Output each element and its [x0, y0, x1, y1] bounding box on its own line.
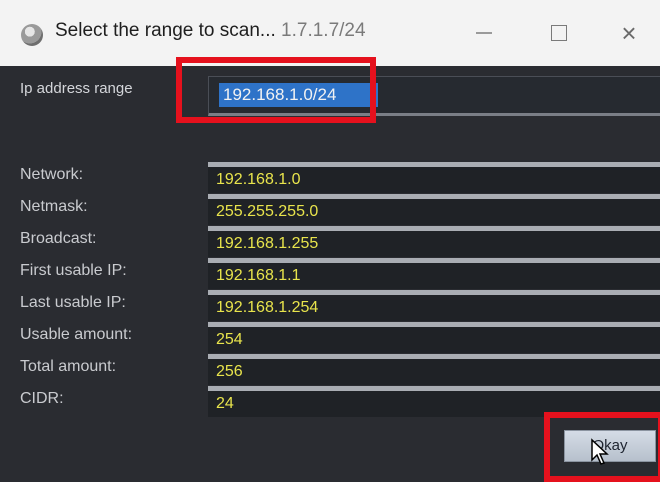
close-icon: ×: [621, 18, 637, 48]
cidr-label: CIDR:: [20, 390, 64, 407]
maximize-icon: [551, 25, 567, 41]
last-usable-ip-field: 192.168.1.254: [208, 290, 660, 321]
netmask-label: Netmask:: [20, 198, 88, 215]
last-usable-ip-label: Last usable IP:: [20, 294, 126, 311]
broadcast-field: 192.168.1.255: [208, 226, 660, 257]
netmask-field: 255.255.255.0: [208, 194, 660, 225]
minimize-icon: [476, 32, 492, 34]
first-usable-ip-field: 192.168.1.1: [208, 258, 660, 289]
broadcast-label: Broadcast:: [20, 230, 97, 247]
window-title-text: Select the range to scan...: [55, 20, 276, 41]
minimize-button[interactable]: [461, 14, 507, 52]
app-globe-icon: [21, 24, 43, 46]
title-bar: Select the range to scan... 1.7.1.7/24 ×: [0, 0, 660, 67]
mouse-cursor-icon: [591, 438, 609, 465]
total-amount-field: 256: [208, 354, 660, 385]
ip-range-field[interactable]: [208, 76, 660, 116]
ip-range-input[interactable]: [219, 83, 378, 107]
close-button[interactable]: ×: [606, 14, 652, 52]
window-title-ip: 1.7.1.7/24: [275, 20, 366, 41]
network-field: 192.168.1.0: [208, 162, 660, 193]
network-label: Network:: [20, 166, 84, 183]
total-amount-label: Total amount:: [20, 358, 117, 375]
scan-range-form: Ip address range Network: 192.168.1.0 Ne…: [0, 57, 660, 482]
window-title: Select the range to scan... 1.7.1.7/24: [55, 20, 366, 42]
ip-range-label: Ip address range: [20, 80, 133, 97]
maximize-button[interactable]: [536, 14, 582, 52]
first-usable-ip-label: First usable IP:: [20, 262, 127, 279]
cidr-field: 24: [208, 386, 660, 417]
usable-amount-label: Usable amount:: [20, 326, 133, 343]
usable-amount-field: 254: [208, 322, 660, 353]
